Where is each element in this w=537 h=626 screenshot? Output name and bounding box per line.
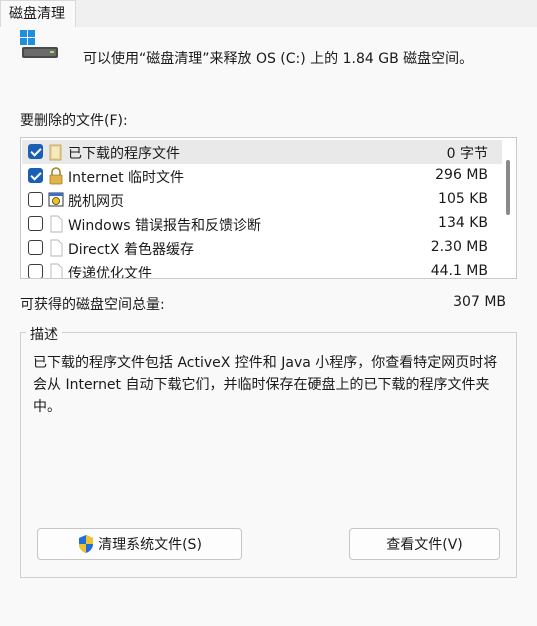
- file-category-size: 134 KB: [438, 215, 488, 231]
- file-category-size: 0 字节: [446, 146, 488, 162]
- clean-system-files-label: 清理系统文件(S): [98, 537, 202, 553]
- file-category-name: Internet 临时文件: [68, 170, 185, 186]
- files-to-delete-label: 要删除的文件(F):: [20, 113, 128, 129]
- file-icon: [50, 263, 63, 278]
- file-icon: [50, 215, 63, 233]
- view-files-button[interactable]: 查看文件(V): [349, 528, 500, 560]
- header-message: 可以使用“磁盘清理”来释放 OS (C:) 上的 1.84 GB 磁盘空间。: [83, 51, 474, 67]
- list-item[interactable]: 脱机网页 105 KB: [22, 188, 502, 212]
- file-category-name: 脱机网页: [68, 194, 124, 210]
- checkbox[interactable]: [28, 216, 43, 231]
- checkbox[interactable]: [28, 264, 43, 278]
- file-category-size: 44.1 MB: [430, 263, 488, 279]
- file-category-size: 296 MB: [435, 167, 488, 183]
- scrollbar-thumb[interactable]: [506, 160, 510, 215]
- files-listbox[interactable]: 已下载的程序文件 0 字节 Internet 临时文件 296 MB 脱机网页 …: [20, 137, 517, 279]
- description-legend: 描述: [26, 324, 62, 344]
- tab-disk-cleanup[interactable]: 磁盘清理: [0, 0, 76, 27]
- list-item[interactable]: 已下载的程序文件 0 字节: [22, 140, 502, 164]
- disk-drive-icon: [20, 30, 58, 58]
- total-space-label: 可获得的磁盘空间总量:: [20, 297, 165, 313]
- list-item[interactable]: Internet 临时文件 296 MB: [22, 164, 502, 188]
- checkbox[interactable]: [28, 240, 43, 255]
- checkbox[interactable]: [28, 192, 43, 207]
- total-space-value: 307 MB: [453, 294, 506, 310]
- file-category-name: Windows 错误报告和反馈诊断: [68, 218, 261, 234]
- uac-shield-icon: [79, 535, 94, 553]
- tab-strip: 磁盘清理: [0, 0, 537, 28]
- file-category-name: DirectX 着色器缓存: [68, 242, 194, 258]
- checkbox[interactable]: [28, 144, 43, 159]
- file-icon: [50, 239, 63, 257]
- list-item[interactable]: Windows 错误报告和反馈诊断 134 KB: [22, 212, 502, 236]
- clean-system-files-button[interactable]: 清理系统文件(S): [37, 528, 242, 560]
- list-item[interactable]: 传递优化文件 44.1 MB: [22, 260, 502, 279]
- file-category-size: 2.30 MB: [430, 239, 488, 255]
- list-item[interactable]: DirectX 着色器缓存 2.30 MB: [22, 236, 502, 260]
- file-category-name: 已下载的程序文件: [68, 146, 180, 162]
- description-text: 已下载的程序文件包括 ActiveX 控件和 Java 小程序，你查看特定网页时…: [33, 355, 498, 415]
- list-scrollbar[interactable]: [503, 140, 513, 276]
- checkbox[interactable]: [28, 168, 43, 183]
- file-category-size: 105 KB: [438, 191, 488, 207]
- offline-pages-icon: [48, 192, 64, 207]
- file-category-name: 传递优化文件: [68, 266, 152, 279]
- folder-icon: [49, 144, 62, 161]
- lock-icon: [49, 167, 63, 185]
